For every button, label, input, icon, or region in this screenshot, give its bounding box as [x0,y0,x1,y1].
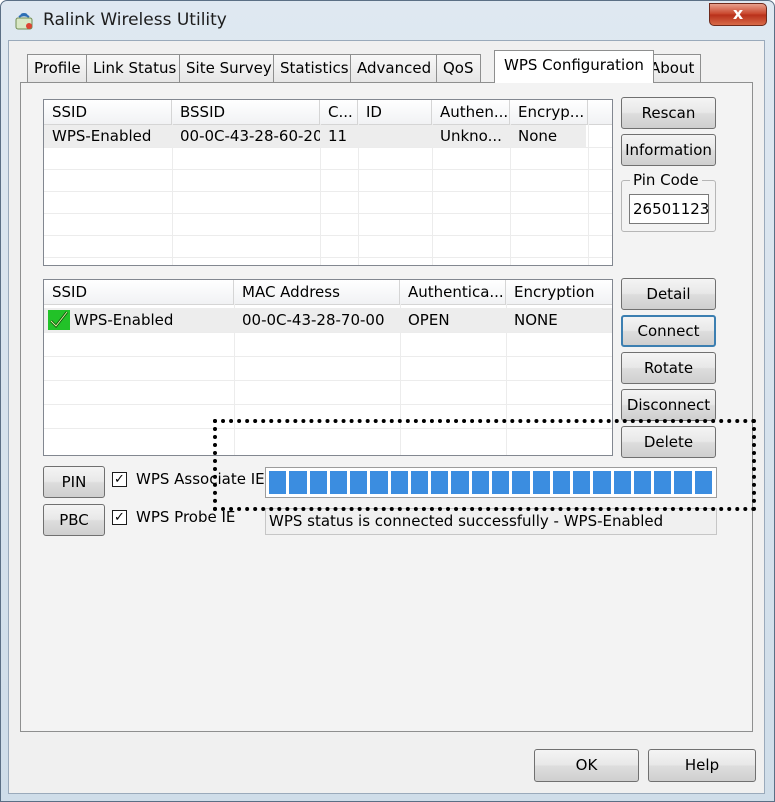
cell-authentication: Unkno... [440,127,502,145]
table-row[interactable]: WPS-Enabled 00-0C-43-28-70-00 OPEN NONE [44,308,612,332]
ap-list-header: SSID BSSID C... ID Authen... Encryp... [44,100,612,125]
progress-segment [471,471,489,494]
gridline [44,191,612,192]
column-header-encryption[interactable]: Encryp... [510,100,588,124]
rotate-button[interactable]: Rotate [621,352,716,384]
title-bar[interactable]: Ralink Wireless Utility x [1,1,774,41]
profile-list-header: SSID MAC Address Authentica... Encryptio… [44,280,612,305]
gridline [44,428,612,429]
pbc-button[interactable]: PBC [43,504,105,536]
progress-segment [492,471,510,494]
progress-segment [451,471,469,494]
column-header-mac-address[interactable]: MAC Address [234,280,400,304]
gridline [44,169,612,170]
wps-progress-bar [265,467,717,498]
wps-probe-ie-checkbox[interactable]: ✓ [112,510,127,525]
disconnect-button[interactable]: Disconnect [621,389,716,421]
detail-button[interactable]: Detail [621,278,716,310]
progress-segment [694,471,712,494]
tab-link-status[interactable]: Link Status [86,54,184,82]
table-row[interactable]: WPS-Enabled 00-0C-43-28-60-20 11 Unkno..… [44,125,586,147]
progress-segment [269,471,287,494]
cell-bssid: 00-0C-43-28-60-20 [180,127,320,145]
wireless-utility-icon [15,13,33,30]
progress-segment [350,471,368,494]
cell-channel: 11 [328,127,348,145]
progress-segment [532,471,550,494]
information-button[interactable]: Information [621,134,716,166]
pin-code-field: 26501123 [629,194,709,224]
wps-profile-list[interactable]: SSID MAC Address Authentica... Encryptio… [43,279,613,456]
delete-button[interactable]: Delete [621,426,716,458]
column-header-ssid[interactable]: SSID [44,280,234,304]
progress-segment [593,471,611,494]
gridline [588,124,589,265]
gridline [44,380,612,381]
progress-segment [573,471,591,494]
gridline [44,356,612,357]
pin-code-group: Pin Code 26501123 [621,171,716,232]
progress-segment [633,471,652,494]
progress-segment [552,471,571,494]
wps-associate-ie-label: WPS Associate IE [136,470,265,488]
cell-id [358,125,432,147]
column-header-authentication[interactable]: Authen... [432,100,510,124]
tab-profile[interactable]: Profile [27,54,88,82]
progress-segment [512,471,530,494]
gridline [44,213,612,214]
progress-segment [674,471,692,494]
cell-encryption: NONE [514,311,558,329]
cell-ssid: WPS-Enabled [74,311,174,329]
window-title: Ralink Wireless Utility [43,10,227,30]
cell-ssid: WPS-Enabled [52,127,152,145]
progress-segment [613,471,631,494]
wps-associate-ie-checkbox[interactable]: ✓ [112,472,127,487]
gridline [44,147,612,148]
progress-segment [410,471,429,494]
gridline [44,257,612,258]
tab-advanced[interactable]: Advanced [350,54,439,82]
progress-segment [654,471,672,494]
rescan-button[interactable]: Rescan [621,97,716,129]
ok-button[interactable]: OK [534,749,639,782]
gridline [44,404,612,405]
tab-wps-configuration[interactable]: WPS Configuration [494,50,654,83]
tab-statistics[interactable]: Statistics [273,54,356,82]
progress-segment [370,471,388,494]
wps-status-field: WPS status is connected successfully - W… [265,508,717,535]
tab-qos[interactable]: QoS [436,54,481,82]
progress-segment [309,471,327,494]
close-button[interactable]: x [709,3,767,26]
column-header-encryption[interactable]: Encryption [506,280,612,304]
progress-segment [390,471,408,494]
column-header-ssid[interactable]: SSID [44,100,172,124]
gridline [44,332,612,333]
green-check-icon [48,310,70,330]
wps-ap-list[interactable]: SSID BSSID C... ID Authen... Encryp... W… [43,99,613,266]
cell-encryption: None [518,127,558,145]
column-header-bssid[interactable]: BSSID [172,100,320,124]
pin-code-label: Pin Code [630,171,702,189]
pin-button[interactable]: PIN [43,466,105,498]
close-icon: x [732,4,744,23]
column-header-id[interactable]: ID [358,100,432,124]
column-header-authentication[interactable]: Authentica... [400,280,506,304]
cell-authentication: OPEN [408,311,450,329]
help-button[interactable]: Help [648,749,756,782]
column-header-blank [588,100,612,124]
column-header-channel[interactable]: C... [320,100,358,124]
tab-site-survey[interactable]: Site Survey [179,54,279,82]
progress-segment [289,471,307,494]
connect-button[interactable]: Connect [621,315,716,347]
cell-mac-address: 00-0C-43-28-70-00 [242,311,385,329]
progress-segment [431,471,449,494]
wps-probe-ie-label: WPS Probe IE [136,508,236,526]
progress-segment [329,471,348,494]
gridline [44,235,612,236]
